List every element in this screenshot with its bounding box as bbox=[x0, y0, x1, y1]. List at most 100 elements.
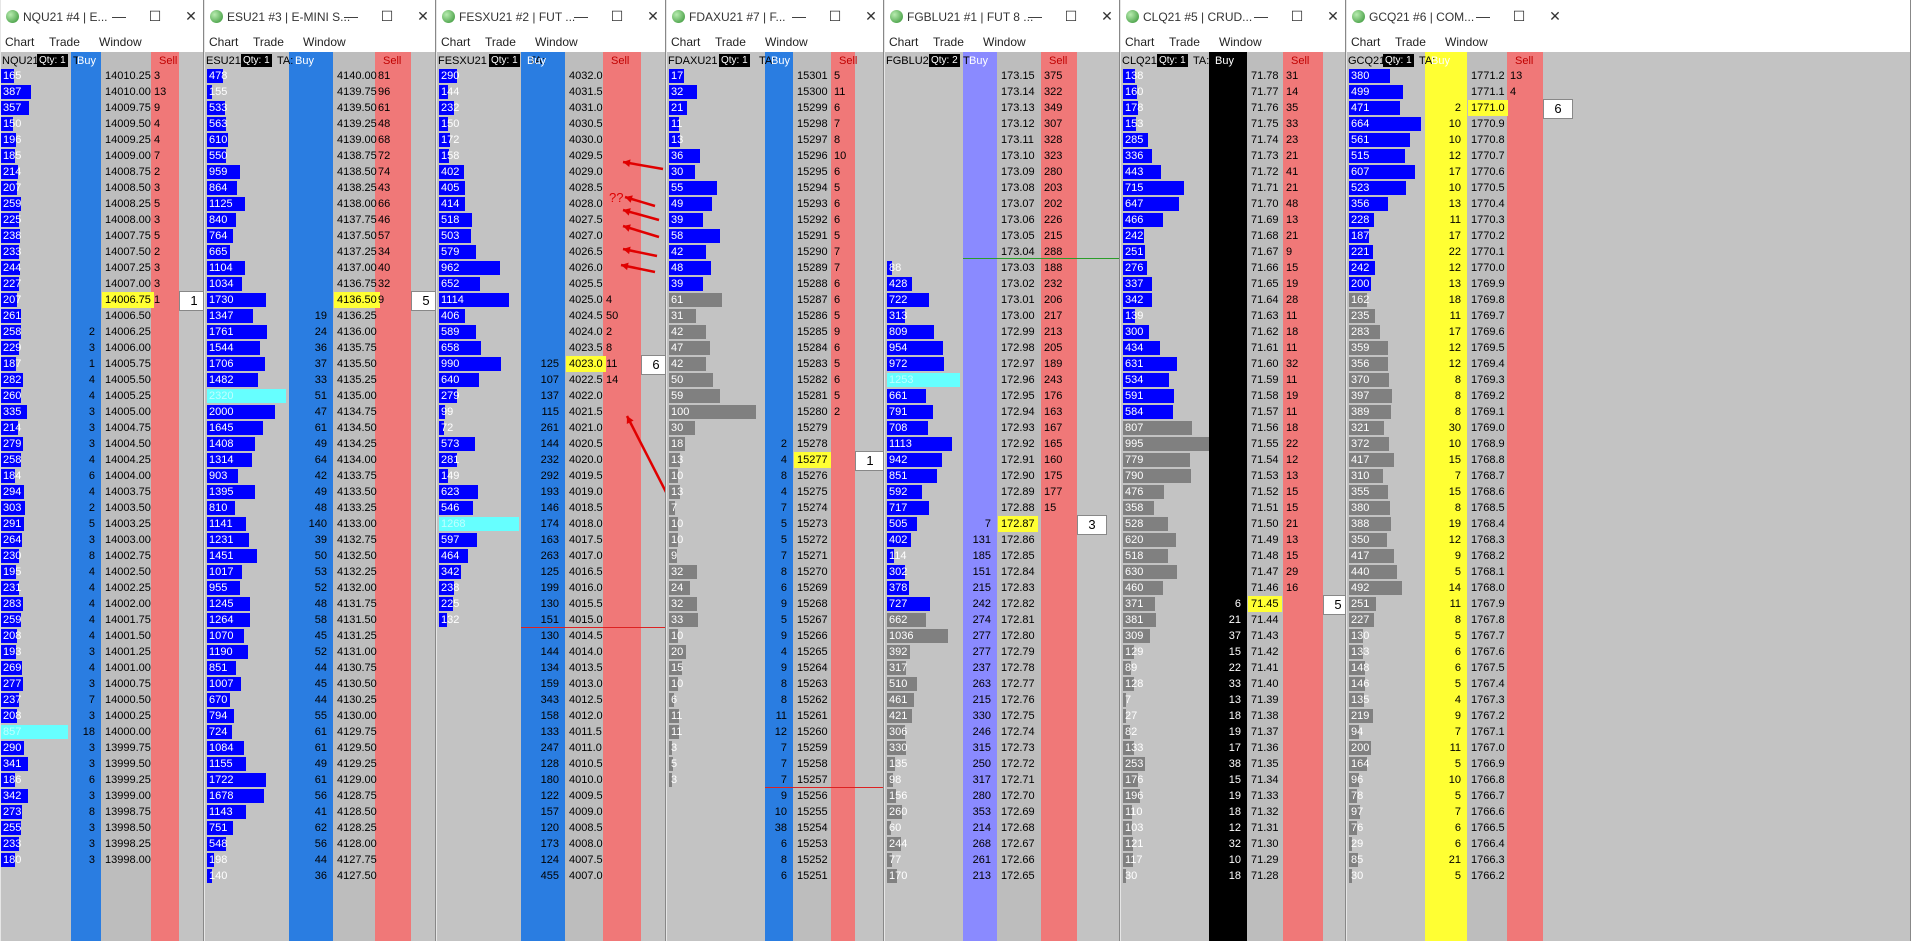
close-icon[interactable]: ✕ bbox=[1097, 6, 1117, 26]
buy-qty[interactable]: 5 bbox=[1455, 628, 1461, 644]
sell-qty[interactable]: 23 bbox=[1286, 132, 1298, 148]
sell-qty[interactable]: 349 bbox=[1044, 100, 1062, 116]
buy-qty[interactable]: 12 bbox=[1449, 260, 1461, 276]
sell-qty[interactable]: 280 bbox=[1044, 164, 1062, 180]
menu-chart[interactable]: Chart bbox=[5, 35, 34, 49]
ladder-row[interactable]: 548 56 4128.00 bbox=[205, 836, 435, 852]
buy-qty[interactable]: 13 bbox=[1229, 692, 1241, 708]
ladder-row[interactable]: 708 172.93 167 bbox=[885, 420, 1119, 436]
buy-qty[interactable]: 8 bbox=[781, 692, 787, 708]
sell-qty[interactable]: 33 bbox=[1286, 116, 1298, 132]
buy-qty[interactable]: 48 bbox=[315, 500, 327, 516]
ladder-row[interactable]: 341 3 13999.50 bbox=[1, 756, 203, 772]
buy-qty[interactable]: 6 bbox=[89, 772, 95, 788]
sell-qty[interactable]: 21 bbox=[1286, 180, 1298, 196]
sell-qty[interactable]: 188 bbox=[1044, 260, 1062, 276]
ladder-row[interactable]: 85 21 1766.3 bbox=[1347, 852, 1910, 868]
sell-qty[interactable]: 8 bbox=[834, 132, 840, 148]
title-bar[interactable]: ESU21 #3 | E-MINI S... — ☐ ✕ bbox=[205, 0, 435, 33]
sell-qty[interactable]: 206 bbox=[1044, 292, 1062, 308]
buy-qty[interactable]: 10 bbox=[1449, 180, 1461, 196]
buy-qty[interactable]: 11 bbox=[776, 708, 787, 724]
buy-qty[interactable]: 18 bbox=[1229, 868, 1241, 884]
ladder-row[interactable]: 515 12 1770.7 bbox=[1347, 148, 1910, 164]
buy-qty[interactable]: 12 bbox=[1449, 532, 1461, 548]
ladder-row[interactable]: 155 4139.75 96 bbox=[205, 84, 435, 100]
buy-qty[interactable]: 19 bbox=[315, 308, 327, 324]
ladder-row[interactable]: 389 8 1769.1 bbox=[1347, 404, 1910, 420]
ladder-row[interactable]: 1253 172.96 243 bbox=[885, 372, 1119, 388]
sell-qty[interactable]: 21 bbox=[1286, 516, 1298, 532]
ladder-row[interactable]: 715 71.71 21 bbox=[1121, 180, 1345, 196]
ladder-row[interactable]: 356 12 1769.4 bbox=[1347, 356, 1910, 372]
ladder-row[interactable]: 138 71.78 31 bbox=[1121, 68, 1345, 84]
ladder-row[interactable]: 135 4 1767.3 bbox=[1347, 692, 1910, 708]
buy-qty[interactable]: 353 bbox=[973, 804, 991, 820]
ladder-row[interactable]: 1143 41 4128.50 bbox=[205, 804, 435, 820]
sell-qty[interactable]: 232 bbox=[1044, 276, 1062, 292]
ladder-row[interactable]: 176 15 71.34 bbox=[1121, 772, 1345, 788]
maximize-icon[interactable]: ☐ bbox=[1287, 6, 1307, 26]
ladder-row[interactable]: 78 5 1766.7 bbox=[1347, 788, 1910, 804]
ladder-row[interactable]: 196 14009.25 4 bbox=[1, 132, 203, 148]
buy-qty[interactable]: 7 bbox=[89, 692, 95, 708]
sell-qty[interactable]: 28 bbox=[1286, 292, 1298, 308]
ladder-row[interactable]: 148 6 1767.5 bbox=[1347, 660, 1910, 676]
ladder-row[interactable]: 864 4138.25 43 bbox=[205, 180, 435, 196]
sell-qty[interactable]: 57 bbox=[378, 228, 390, 244]
ladder-row[interactable]: 186 6 13999.25 bbox=[1, 772, 203, 788]
minimize-icon[interactable]: — bbox=[1473, 6, 1493, 26]
ladder-row[interactable]: 533 4139.50 61 bbox=[205, 100, 435, 116]
ladder-row[interactable]: 3 7 15259 bbox=[667, 740, 883, 756]
sell-header[interactable]: Sell bbox=[1291, 55, 1309, 67]
ladder-row[interactable]: 791 172.94 163 bbox=[885, 404, 1119, 420]
sell-qty[interactable]: 2 bbox=[154, 244, 160, 260]
buy-qty[interactable]: 6 bbox=[89, 468, 95, 484]
ladder-row[interactable]: 857 18 14000.00 bbox=[1, 724, 203, 740]
ladder-row[interactable]: 77 261 172.66 bbox=[885, 852, 1119, 868]
ladder-row[interactable]: 251 71.67 9 bbox=[1121, 244, 1345, 260]
ladder-row[interactable]: 290 3 13999.75 bbox=[1, 740, 203, 756]
sell-qty[interactable]: 35 bbox=[1286, 100, 1298, 116]
buy-qty[interactable]: 38 bbox=[1229, 756, 1241, 772]
sell-qty[interactable]: 11 bbox=[1286, 308, 1297, 324]
ladder-row[interactable]: 103 12 71.31 bbox=[1121, 820, 1345, 836]
ladder-row[interactable]: 97 7 1766.6 bbox=[1347, 804, 1910, 820]
ladder-row[interactable]: 207 14006.75 1 bbox=[1, 292, 203, 308]
ladder-row[interactable]: 10 9 15266 bbox=[667, 628, 883, 644]
ladder-row[interactable]: 55 15294 5 bbox=[667, 180, 883, 196]
buy-header[interactable]: Buy bbox=[969, 55, 988, 67]
sell-qty[interactable]: 15 bbox=[1286, 500, 1298, 516]
ladder-row[interactable]: 10 15255 bbox=[667, 804, 883, 820]
ladder-row[interactable]: 1761 24 4136.00 bbox=[205, 324, 435, 340]
buy-qty[interactable]: 9 bbox=[781, 660, 787, 676]
buy-qty[interactable]: 17 bbox=[1449, 164, 1461, 180]
sell-qty[interactable]: 323 bbox=[1044, 148, 1062, 164]
ladder-row[interactable]: 8 15252 bbox=[667, 852, 883, 868]
menu-chart[interactable]: Chart bbox=[1351, 35, 1380, 49]
ladder-row[interactable]: 6 8 15262 bbox=[667, 692, 883, 708]
ladder-row[interactable]: 630 71.47 29 bbox=[1121, 564, 1345, 580]
buy-qty[interactable]: 8 bbox=[781, 852, 787, 868]
buy-qty[interactable]: 6 bbox=[781, 868, 787, 884]
sell-qty[interactable]: 226 bbox=[1044, 212, 1062, 228]
sell-qty[interactable]: 96 bbox=[378, 84, 390, 100]
buy-qty[interactable]: 17 bbox=[1229, 740, 1241, 756]
sell-qty[interactable]: 3 bbox=[154, 212, 160, 228]
buy-qty[interactable]: 131 bbox=[973, 532, 991, 548]
ladder-row[interactable]: 200 13 1769.9 bbox=[1347, 276, 1910, 292]
buy-qty[interactable]: 22 bbox=[1449, 244, 1461, 260]
buy-qty[interactable]: 51 bbox=[315, 388, 327, 404]
menu-window[interactable]: Window bbox=[1219, 35, 1262, 49]
buy-qty[interactable]: 9 bbox=[781, 628, 787, 644]
ladder-row[interactable]: 173.14 322 bbox=[885, 84, 1119, 100]
buy-qty[interactable]: 242 bbox=[973, 596, 991, 612]
buy-qty[interactable]: 10 bbox=[1449, 116, 1461, 132]
ladder-row[interactable]: 397 8 1769.2 bbox=[1347, 388, 1910, 404]
buy-qty[interactable]: 42 bbox=[315, 468, 327, 484]
ladder-row[interactable]: 851 172.90 175 bbox=[885, 468, 1119, 484]
qty-selector[interactable]: Qty: 1 bbox=[1157, 54, 1188, 67]
ladder-row[interactable]: 242 12 1770.0 bbox=[1347, 260, 1910, 276]
ladder-row[interactable]: 561 10 1770.8 bbox=[1347, 132, 1910, 148]
sell-header[interactable]: Sell bbox=[1515, 55, 1533, 67]
